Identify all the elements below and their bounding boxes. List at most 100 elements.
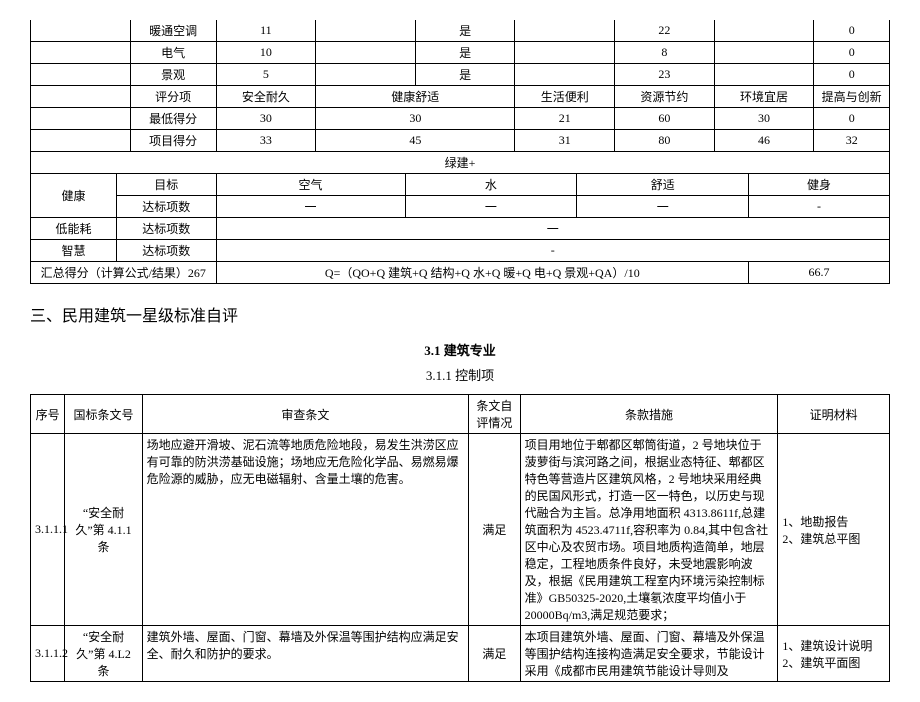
discipline-v5: 8 bbox=[615, 42, 715, 64]
discipline-v2 bbox=[316, 20, 416, 42]
score-v1: 33 bbox=[216, 130, 316, 152]
g2-health: 健康 bbox=[31, 174, 117, 218]
score-v6: 32 bbox=[814, 130, 890, 152]
discipline-v7: 0 bbox=[814, 42, 890, 64]
score-v4: 80 bbox=[615, 130, 715, 152]
score-v4: 60 bbox=[615, 108, 715, 130]
score-row-project: 项目得分 33 45 31 80 46 32 bbox=[31, 130, 890, 152]
g2-air: 空气 bbox=[216, 174, 405, 196]
discipline-name: 暖通空调 bbox=[130, 20, 216, 42]
item-measures: 项目用地位于郫都区郫筒街道，2 号地块位于菠萝街与滨河路之间，根据业态特征、郫都… bbox=[520, 434, 778, 626]
discipline-v3: 是 bbox=[415, 42, 515, 64]
control-items-table: 序号 国标条文号 审查条文 条文自评情况 条款措施 证明材料 3.1.1.1 “… bbox=[30, 394, 890, 682]
discipline-v4 bbox=[515, 64, 615, 86]
discipline-v2 bbox=[316, 42, 416, 64]
score-col-1: 安全耐久 bbox=[216, 86, 316, 108]
item-code: “安全耐久”第 4.L2 条 bbox=[65, 626, 142, 682]
g2-v: 一 bbox=[216, 218, 889, 240]
g2-v3: 一 bbox=[577, 196, 749, 218]
item-evidence: 1、建筑设计说明 2、建筑平面图 bbox=[778, 626, 890, 682]
col-gh: 国标条文号 bbox=[65, 395, 142, 434]
discipline-v3: 是 bbox=[415, 64, 515, 86]
g2-fitness: 健身 bbox=[749, 174, 890, 196]
score-v1: 30 bbox=[216, 108, 316, 130]
discipline-v5: 23 bbox=[615, 64, 715, 86]
blank-cell bbox=[31, 86, 131, 108]
item-measures: 本项目建筑外墙、屋面、门窗、幕墙及外保温等围护结构连接构造满足安全要求，节能设计… bbox=[520, 626, 778, 682]
score-v6: 0 bbox=[814, 108, 890, 130]
control-row-31101: 3.1.1.1 “安全耐久”第 4.1.1 条 场地应避开滑坡、泥石流等地质危险… bbox=[31, 434, 890, 626]
score-cat: 项目得分 bbox=[130, 130, 216, 152]
blank-cell bbox=[31, 42, 131, 64]
item-status: 满足 bbox=[469, 434, 521, 626]
g2-target: 目标 bbox=[116, 174, 216, 196]
col-sc: 审查条文 bbox=[142, 395, 468, 434]
subsection-heading-311: 3.1.1 控制项 bbox=[30, 365, 890, 384]
score-v3: 31 bbox=[515, 130, 615, 152]
score-v3: 21 bbox=[515, 108, 615, 130]
discipline-v1: 11 bbox=[216, 20, 316, 42]
top-row-1: 电气 10 是 8 0 bbox=[31, 42, 890, 64]
score-row-min: 最低得分 30 30 21 60 30 0 bbox=[31, 108, 890, 130]
green-plus-title-row: 绿建+ bbox=[31, 152, 890, 174]
discipline-v6 bbox=[714, 20, 814, 42]
score-col-2: 健康舒适 bbox=[316, 86, 515, 108]
discipline-v4 bbox=[515, 42, 615, 64]
g2-compliant: 达标项数 bbox=[116, 240, 216, 262]
item-evidence: 1、地勘报告 2、建筑总平图 bbox=[778, 434, 890, 626]
g2-row-1: 健康 目标 空气 水 舒适 健身 bbox=[31, 174, 890, 196]
blank-cell bbox=[31, 64, 131, 86]
subsection-heading-31: 3.1 建筑专业 bbox=[30, 340, 890, 359]
discipline-v3: 是 bbox=[415, 20, 515, 42]
g2-v: - bbox=[216, 240, 889, 262]
discipline-name: 电气 bbox=[130, 42, 216, 64]
g2-v4: - bbox=[749, 196, 890, 218]
discipline-v1: 5 bbox=[216, 64, 316, 86]
g2-summary-result: 66.7 bbox=[749, 262, 890, 284]
discipline-v5: 22 bbox=[615, 20, 715, 42]
top-row-2: 景观 5 是 23 0 bbox=[31, 64, 890, 86]
green-plus-title: 绿建+ bbox=[31, 152, 890, 174]
g2-row-4: 智慧 达标项数 - bbox=[31, 240, 890, 262]
score-col-4: 资源节约 bbox=[615, 86, 715, 108]
score-col-6: 提高与创新 bbox=[814, 86, 890, 108]
discipline-v6 bbox=[714, 64, 814, 86]
g2-summary-formula: Q=（QO+Q 建筑+Q 结构+Q 水+Q 暖+Q 电+Q 景观+QA）/10 bbox=[216, 262, 749, 284]
blank-cell bbox=[31, 130, 131, 152]
col-xh: 序号 bbox=[31, 395, 65, 434]
control-header-row: 序号 国标条文号 审查条文 条文自评情况 条款措施 证明材料 bbox=[31, 395, 890, 434]
blank-cell bbox=[31, 20, 131, 42]
item-index: 3.1.1.1 bbox=[31, 434, 65, 626]
score-col-3: 生活便利 bbox=[515, 86, 615, 108]
discipline-v4 bbox=[515, 20, 615, 42]
item-review-text: 建筑外墙、屋面、门窗、幕墙及外保温等围护结构应满足安全、耐久和防护的要求。 bbox=[142, 626, 468, 682]
item-status: 满足 bbox=[469, 626, 521, 682]
green-plus-table: 健康 目标 空气 水 舒适 健身 达标项数 一 一 一 - 低能耗 达标项数 一… bbox=[30, 174, 890, 284]
g2-comfort: 舒适 bbox=[577, 174, 749, 196]
blank-cell bbox=[31, 108, 131, 130]
g2-compliant: 达标项数 bbox=[116, 196, 216, 218]
g2-row-2: 达标项数 一 一 一 - bbox=[31, 196, 890, 218]
top-discipline-table: 暖通空调 11 是 22 0 电气 10 是 8 0 景观 5 是 23 0 评… bbox=[30, 20, 890, 174]
section-heading-3: 三、民用建筑一星级标准自评 bbox=[30, 302, 890, 326]
score-v5: 30 bbox=[714, 108, 814, 130]
score-col-5: 环境宜居 bbox=[714, 86, 814, 108]
discipline-v7: 0 bbox=[814, 64, 890, 86]
discipline-v7: 0 bbox=[814, 20, 890, 42]
g2-summary-label: 汇总得分（计算公式/结果）267 bbox=[31, 262, 217, 284]
g2-compliant: 达标项数 bbox=[116, 218, 216, 240]
g2-water: 水 bbox=[405, 174, 577, 196]
col-zm: 证明材料 bbox=[778, 395, 890, 434]
g2-v1: 一 bbox=[216, 196, 405, 218]
g2-row-3: 低能耗 达标项数 一 bbox=[31, 218, 890, 240]
g2-v2: 一 bbox=[405, 196, 577, 218]
discipline-v2 bbox=[316, 64, 416, 86]
item-code: “安全耐久”第 4.1.1 条 bbox=[65, 434, 142, 626]
col-cs: 条款措施 bbox=[520, 395, 778, 434]
score-cat: 最低得分 bbox=[130, 108, 216, 130]
discipline-name: 景观 bbox=[130, 64, 216, 86]
g2-row-5: 汇总得分（计算公式/结果）267 Q=（QO+Q 建筑+Q 结构+Q 水+Q 暖… bbox=[31, 262, 890, 284]
item-review-text: 场地应避开滑坡、泥石流等地质危险地段，易发生洪涝区应有可靠的防洪涝基础设施；场地… bbox=[142, 434, 468, 626]
score-cat: 评分项 bbox=[130, 86, 216, 108]
score-v2: 45 bbox=[316, 130, 515, 152]
